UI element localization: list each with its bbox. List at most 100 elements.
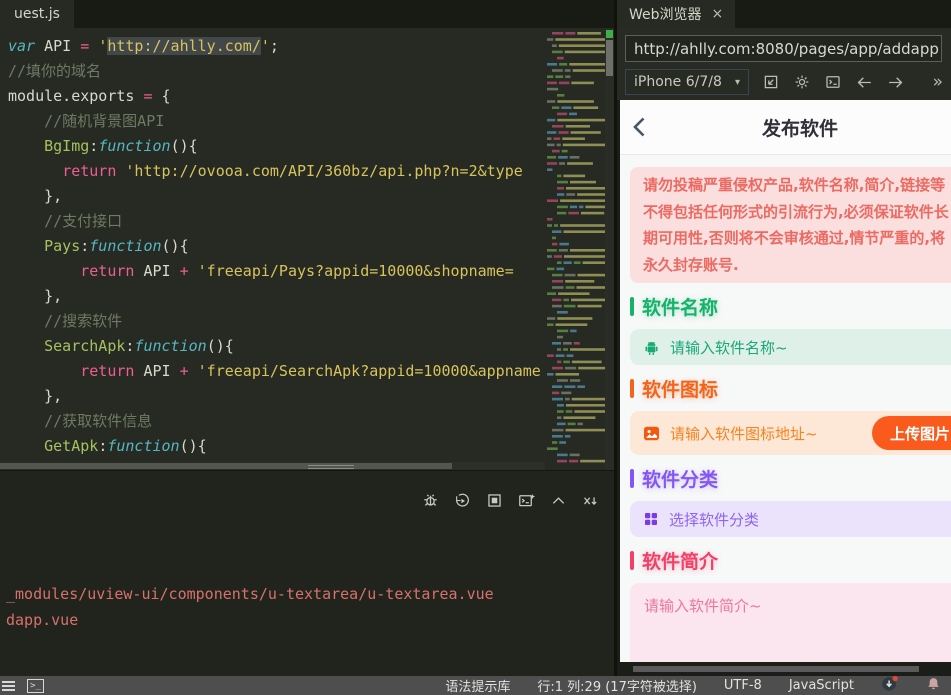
code-line: GetApk:function(){ [44, 437, 207, 454]
heading-label: 软件名称 [642, 297, 719, 319]
status-bar-left: >_ [0, 678, 44, 693]
section-1: 软件名称请输入软件名称~ [630, 293, 951, 365]
browser-nav-icons: » [761, 72, 945, 92]
device-selector[interactable]: iPhone 6/7/8 ▾ [625, 69, 749, 95]
status-bar-right: 语法提示库 行:1 列:29 (17字符被选择) UTF-8 JavaScrip… [445, 675, 951, 695]
code-line: //填你的域名 [8, 62, 102, 80]
encoding-status[interactable]: UTF-8 [724, 678, 762, 693]
overview-ruler[interactable] [605, 28, 614, 470]
section-3: 软件分类选择软件分类 [630, 465, 951, 537]
heading-accent-bar [630, 469, 634, 488]
chevron-down-icon: ▾ [734, 76, 740, 88]
device-selector-value: iPhone 6/7/8 [634, 74, 722, 90]
minimap[interactable] [545, 30, 605, 468]
editor-hscroll-thumb[interactable] [0, 463, 452, 469]
collapse-panel-icon[interactable] [549, 491, 568, 510]
section-heading: 软件名称 [630, 293, 951, 320]
section-heading: 软件简介 [630, 547, 951, 574]
lint-ok-indicator [606, 30, 613, 38]
status-bar: >_ 语法提示库 行:1 列:29 (17字符被选择) UTF-8 JavaSc… [0, 675, 951, 695]
notification-bell-icon[interactable] [926, 676, 941, 695]
language-mode-status[interactable]: JavaScript [789, 678, 854, 693]
page-title: 发布软件 [761, 118, 838, 140]
back-arrow-icon[interactable] [854, 72, 874, 92]
tab-request-js[interactable]: uest.js [0, 0, 74, 28]
console-output: _modules/uview-ui/components/u-textarea/… [6, 581, 494, 633]
editor-panel: uest.js var API = 'http://ahlly.com/'; //… [0, 0, 614, 676]
grid-icon [642, 510, 660, 528]
heading-accent-bar [630, 551, 634, 570]
browser-tabbar: Web浏览器 × [617, 0, 951, 28]
open-external-icon[interactable] [761, 72, 781, 92]
phone-navbar: 发布软件 [620, 100, 951, 155]
text-input-row[interactable]: 请输入软件名称~ [630, 329, 951, 365]
section-heading: 软件分类 [630, 465, 951, 492]
console-panel: _modules/uview-ui/components/u-textarea/… [0, 470, 614, 676]
phone-page: 发布软件 请勿投稿严重侵权产品,软件名称,简介,链接等不得包括任何形式的引流行为… [620, 100, 951, 662]
placeholder-text: 请输入软件图标地址~ [670, 424, 818, 443]
editor-horizontal-scrollbar[interactable] [0, 462, 545, 470]
code-text[interactable]: var API = 'http://ahlly.com/'; //填你的域名 mod… [0, 28, 545, 454]
more-icon[interactable]: » [933, 72, 945, 92]
section-4: 软件简介请输入软件简介~ [630, 547, 951, 662]
update-notification-icon[interactable] [881, 675, 899, 695]
forward-arrow-icon[interactable] [885, 72, 905, 92]
console-line: dapp.vue [6, 611, 79, 629]
editor-tabbar: uest.js [0, 0, 614, 28]
code-line: }, [8, 387, 63, 405]
clear-console-icon[interactable] [581, 491, 600, 510]
form-sections: 软件名称请输入软件名称~ 软件图标请输入软件图标地址~ 上传图片软件分类选择软件分类… [620, 293, 951, 662]
stop-icon[interactable] [485, 491, 504, 510]
settings-gear-icon[interactable] [792, 72, 812, 92]
debug-icon[interactable] [421, 491, 440, 510]
code-line: //支付接口 [8, 212, 123, 230]
terminal-icon[interactable]: >_ [27, 678, 44, 693]
browser-hscroll-thumb[interactable] [633, 666, 919, 672]
code-line: BgImg:function(){ [44, 137, 198, 155]
code-line: }, [8, 287, 63, 305]
browser-tab-label: Web浏览器 [629, 7, 702, 23]
syntax-library-status[interactable]: 语法提示库 [445, 676, 510, 695]
phone-preview: 发布软件 请勿投稿严重侵权产品,软件名称,简介,链接等不得包括任何形式的引流行为… [620, 100, 951, 662]
debug-toolbar [421, 491, 600, 510]
browser-toolbar: http://ahlly.com:8080/pages/app/addapp i… [617, 28, 951, 100]
split-drag-handle[interactable] [308, 463, 354, 469]
browser-horizontal-scrollbar[interactable] [617, 665, 951, 673]
heading-label: 软件图标 [642, 379, 719, 401]
code-line: return API + 'freeapi/SearchApk?appid=10… [80, 362, 541, 380]
placeholder-text: 请输入软件名称~ [670, 338, 788, 357]
restart-icon[interactable] [453, 491, 472, 510]
warning-notice: 请勿投稿严重侵权产品,软件名称,简介,链接等不得包括任何形式的引流行为,必须保证… [630, 167, 951, 283]
code-line: //搜索软件 [8, 312, 123, 330]
url-input[interactable]: http://ahlly.com:8080/pages/app/addapp [625, 35, 942, 62]
code-line: return API + 'freeapi/Pays?appid=10000&s… [80, 262, 514, 280]
code-line: }, [8, 187, 63, 205]
text-input-row[interactable]: 请输入软件图标地址~ 上传图片 [630, 411, 951, 455]
heading-accent-bar [630, 297, 634, 316]
code-line: module.exports = { [8, 87, 171, 105]
section-2: 软件图标请输入软件图标地址~ 上传图片 [630, 375, 951, 455]
code-editor[interactable]: var API = 'http://ahlly.com/'; //填你的域名 mod… [0, 28, 614, 470]
code-line: //获取软件信息 [8, 412, 153, 430]
console-line: _modules/uview-ui/components/u-textarea/… [6, 585, 494, 603]
image-icon [642, 424, 661, 443]
category-picker[interactable]: 选择软件分类 [630, 501, 951, 537]
heading-label: 软件分类 [642, 469, 719, 491]
code-line: SearchApk:function(){ [44, 337, 234, 355]
code-line: Pays:function(){ [44, 237, 189, 255]
vertical-scrollbar-thumb[interactable] [606, 40, 613, 76]
code-line: //随机背景图API [8, 112, 165, 130]
code-line: return 'http://ovooa.com/API/360bz/api.p… [62, 162, 523, 180]
intro-textarea[interactable]: 请输入软件简介~ [630, 583, 951, 662]
placeholder-text: 选择软件分类 [669, 510, 760, 529]
tab-web-browser[interactable]: Web浏览器 × [617, 0, 736, 28]
close-icon[interactable]: × [712, 6, 724, 22]
upload-image-button[interactable]: 上传图片 [871, 416, 951, 450]
new-terminal-icon[interactable] [517, 491, 536, 510]
cursor-position-status[interactable]: 行:1 列:29 (17字符被选择) [537, 676, 697, 695]
android-icon [642, 338, 661, 357]
menu-icon[interactable] [2, 679, 15, 693]
console-terminal-icon[interactable] [823, 72, 843, 92]
tab-label: uest.js [14, 6, 60, 22]
section-heading: 软件图标 [630, 375, 951, 402]
